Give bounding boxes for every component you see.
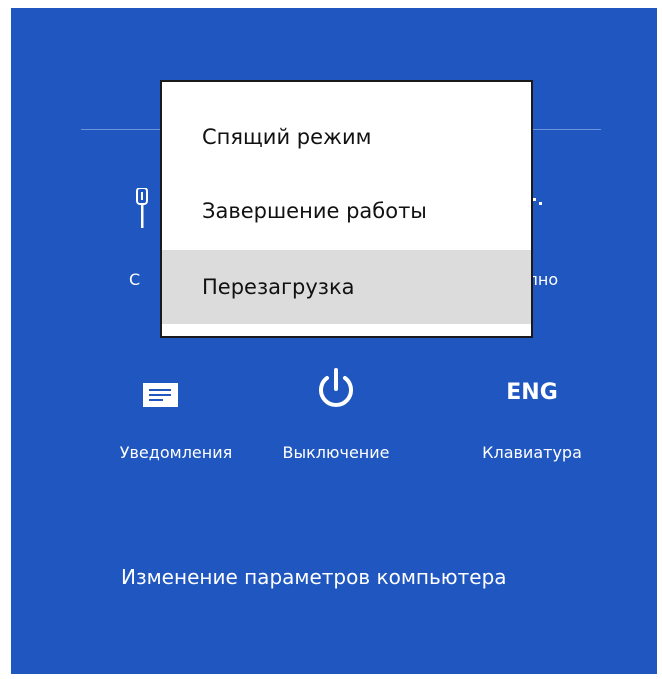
notifications-icon: [101, 363, 251, 423]
settings-charm-panel: С упно Уведомления Выключение ENG Клавиа…: [11, 8, 657, 674]
keyboard-language-icon: ENG: [457, 363, 607, 423]
keyboard-tile[interactable]: ENG Клавиатура: [457, 363, 607, 473]
power-icon: [261, 363, 411, 423]
menu-item-sleep[interactable]: Спящий режим: [162, 100, 531, 174]
network-label-fragment: С: [129, 270, 141, 289]
power-label: Выключение: [282, 443, 390, 462]
power-tile[interactable]: Выключение: [261, 363, 411, 473]
keyboard-label: Клавиатура: [482, 443, 582, 462]
menu-item-restart[interactable]: Перезагрузка: [162, 250, 531, 324]
menu-item-shutdown[interactable]: Завершение работы: [162, 174, 531, 248]
network-icon[interactable]: [135, 187, 149, 228]
change-pc-settings-link[interactable]: Изменение параметров компьютера: [121, 565, 507, 589]
notifications-tile[interactable]: Уведомления: [101, 363, 251, 473]
power-options-menu: Спящий режим Завершение работы Перезагру…: [160, 80, 533, 338]
keyboard-language-code: ENG: [506, 380, 558, 405]
notifications-label: Уведомления: [119, 443, 233, 462]
